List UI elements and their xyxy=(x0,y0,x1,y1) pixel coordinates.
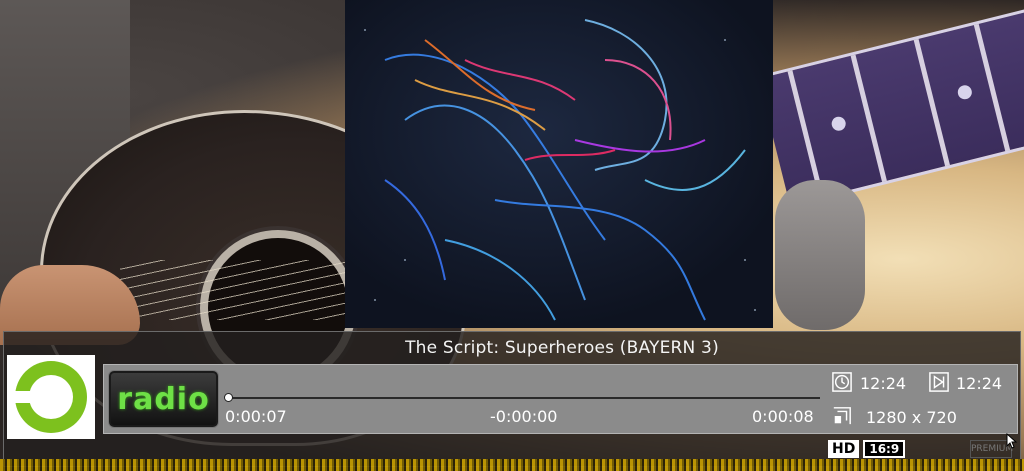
audio-equalizer-bars xyxy=(0,459,1024,471)
current-clock: 12:24 xyxy=(860,374,907,393)
fretting-hand xyxy=(775,180,865,330)
radio-source-badge: radio xyxy=(109,371,218,427)
progress-knob[interactable] xyxy=(224,393,233,402)
mouse-cursor-icon xyxy=(1006,433,1018,449)
now-playing-title: The Script: Superheroes (BAYERN 3) xyxy=(405,338,719,358)
aspect-ratio-badge: 16:9 xyxy=(863,440,906,458)
guitar-strings xyxy=(120,260,360,320)
format-badges: HD 16:9 xyxy=(828,440,906,458)
total-duration: 0:00:08 xyxy=(752,407,814,426)
album-cover-art xyxy=(345,0,773,328)
video-resolution: 1280 x 720 xyxy=(866,408,957,427)
play-end-icon xyxy=(929,372,949,392)
remaining-time: -0:00:00 xyxy=(490,407,558,426)
station-logo xyxy=(7,355,95,439)
screen-size-icon xyxy=(833,407,851,425)
clock-icon xyxy=(832,372,852,392)
progress-bar[interactable] xyxy=(230,397,820,399)
guitar-neck xyxy=(757,8,1024,208)
hd-badge: HD xyxy=(828,440,860,458)
elapsed-time: 0:00:07 xyxy=(225,407,287,426)
end-time: 12:24 xyxy=(956,374,1003,393)
